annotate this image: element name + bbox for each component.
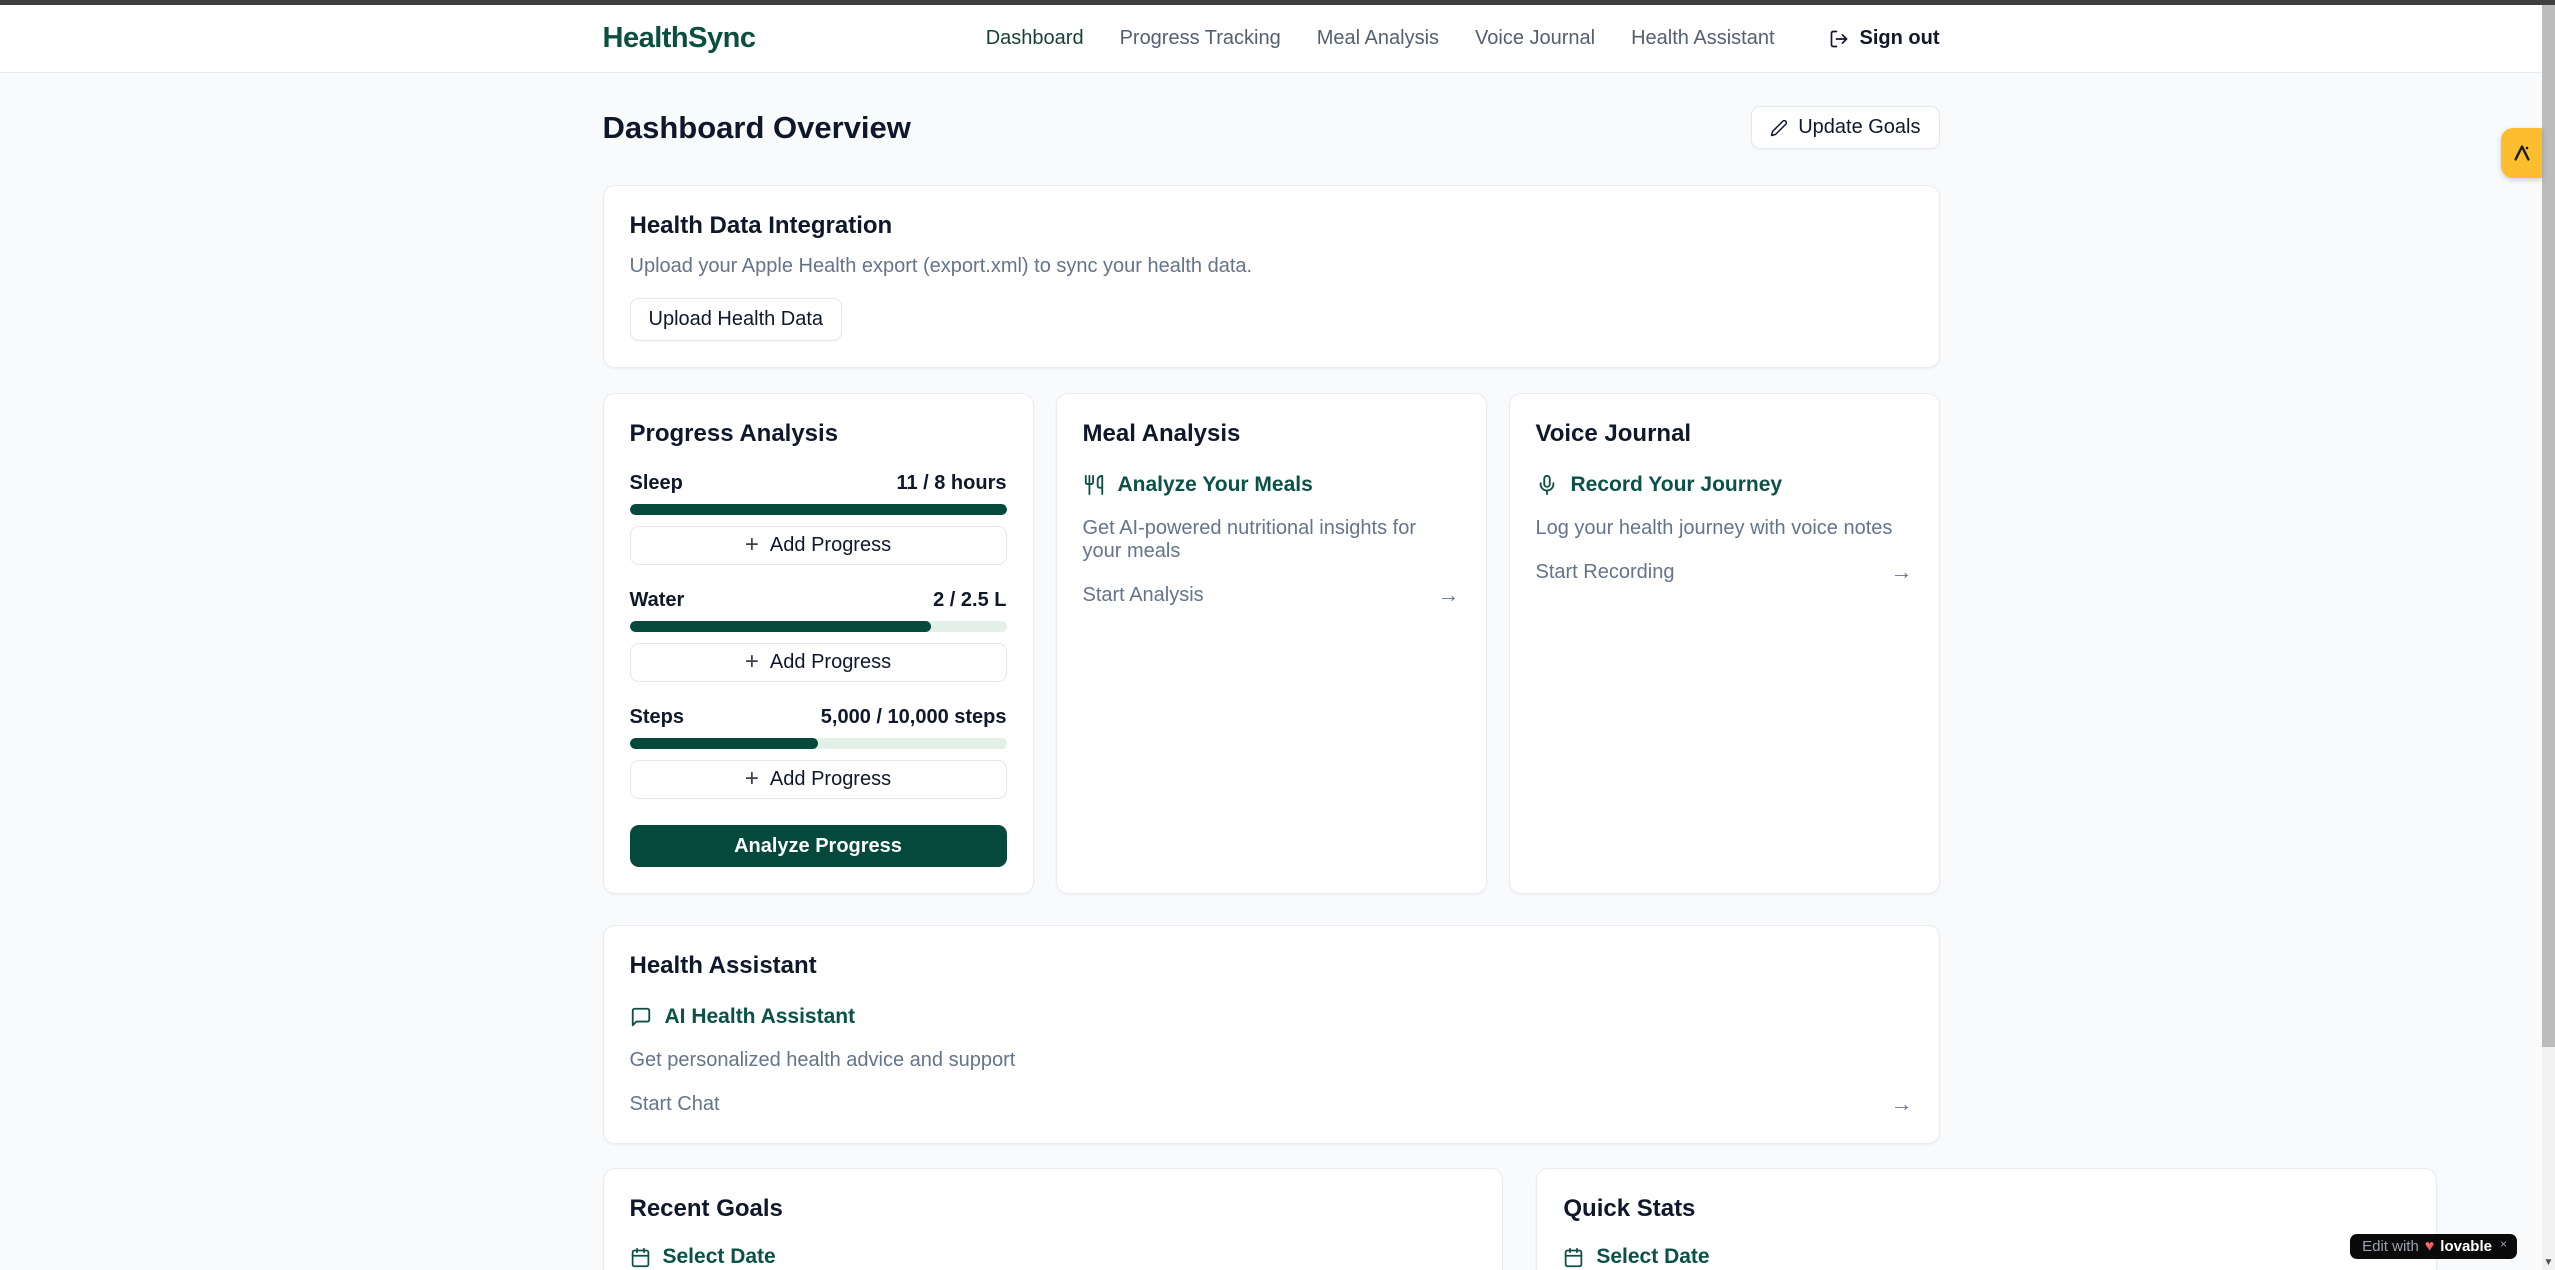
start-analysis-link[interactable]: Start Analysis →: [1083, 582, 1460, 608]
health-data-description: Upload your Apple Health export (export.…: [630, 255, 1913, 278]
pencil-icon: [1770, 119, 1788, 137]
health-assistant-title: Health Assistant: [630, 952, 1913, 980]
update-goals-button[interactable]: Update Goals: [1751, 106, 1939, 149]
voice-journal-title: Voice Journal: [1536, 420, 1913, 448]
steps-add-progress-button[interactable]: + Add Progress: [630, 760, 1007, 799]
lovable-brand-label: lovable: [2440, 1238, 2492, 1255]
steps-label: Steps: [630, 706, 684, 729]
ai-health-assistant-link[interactable]: AI Health Assistant: [630, 1005, 1913, 1029]
sleep-label: Sleep: [630, 472, 683, 495]
water-progress-bar: [630, 621, 1007, 632]
quick-stats-title: Quick Stats: [1563, 1195, 2410, 1223]
sign-out-icon: [1829, 29, 1849, 49]
heart-icon: ♥: [2425, 1239, 2435, 1255]
calendar-icon: [1563, 1247, 1584, 1268]
steps-metric: Steps 5,000 / 10,000 steps + Add Progres…: [630, 706, 1007, 799]
nav-voice-journal[interactable]: Voice Journal: [1475, 27, 1595, 50]
plus-icon: +: [745, 650, 759, 674]
recent-goals-title: Recent Goals: [630, 1195, 1477, 1223]
recent-goals-select-date[interactable]: Select Date: [630, 1245, 1477, 1269]
health-data-integration-card: Health Data Integration Upload your Appl…: [603, 185, 1940, 368]
recent-goals-card: Recent Goals Select Date Today Yesterday…: [603, 1168, 1504, 1270]
analyze-progress-button[interactable]: Analyze Progress: [630, 825, 1007, 867]
meal-analysis-description: Get AI-powered nutritional insights for …: [1083, 517, 1460, 563]
start-chat-link[interactable]: Start Chat →: [630, 1091, 1913, 1117]
sleep-progress-bar: [630, 504, 1007, 515]
app-viewport: HealthSync Dashboard Progress Tracking M…: [0, 5, 2542, 1270]
voice-journal-description: Log your health journey with voice notes: [1536, 517, 1913, 540]
nav-health-assistant[interactable]: Health Assistant: [1631, 27, 1774, 50]
steps-value: 5,000 / 10,000 steps: [821, 706, 1007, 729]
sleep-add-progress-button[interactable]: + Add Progress: [630, 526, 1007, 565]
health-assistant-card: Health Assistant AI Health Assistant Get…: [603, 925, 1940, 1144]
plus-icon: +: [745, 767, 759, 791]
edit-with-label: Edit with: [2362, 1238, 2419, 1255]
scrollbar-thumb[interactable]: [2542, 5, 2555, 1047]
quick-stats-card: Quick Stats Select Date Today Yesterday …: [1536, 1168, 2437, 1270]
voice-journal-card: Voice Journal Record Your Journey Log yo…: [1509, 393, 1940, 894]
nav-dashboard[interactable]: Dashboard: [986, 27, 1084, 50]
lovable-fab-button[interactable]: [2501, 128, 2542, 178]
water-value: 2 / 2.5 L: [933, 589, 1006, 612]
microphone-icon: [1536, 474, 1558, 496]
nav-progress-tracking[interactable]: Progress Tracking: [1120, 27, 1281, 50]
edit-with-lovable-badge[interactable]: Edit with ♥ lovable ×: [2350, 1234, 2517, 1259]
water-label: Water: [630, 589, 685, 612]
quick-stats-select-date[interactable]: Select Date: [1563, 1245, 2410, 1269]
arrow-right-icon: →: [1438, 582, 1460, 608]
app-header: HealthSync Dashboard Progress Tracking M…: [0, 5, 2542, 73]
progress-analysis-card: Progress Analysis Sleep 11 / 8 hours + A…: [603, 393, 1034, 894]
analyze-your-meals-link[interactable]: Analyze Your Meals: [1083, 473, 1460, 497]
start-recording-link[interactable]: Start Recording →: [1536, 559, 1913, 585]
main-content: Dashboard Overview Update Goals Health D…: [603, 106, 1940, 1270]
record-your-journey-link[interactable]: Record Your Journey: [1536, 473, 1913, 497]
steps-progress-bar: [630, 738, 1007, 749]
health-assistant-description: Get personalized health advice and suppo…: [630, 1049, 1913, 1072]
sleep-value: 11 / 8 hours: [896, 472, 1006, 495]
arrow-right-icon: →: [1891, 1091, 1913, 1117]
sleep-metric: Sleep 11 / 8 hours + Add Progress: [630, 472, 1007, 565]
scrollbar-down-arrow[interactable]: ▼: [2542, 1257, 2555, 1268]
meal-analysis-card: Meal Analysis Analyze Your Meals Get AI-…: [1056, 393, 1487, 894]
lovable-logo-icon: [2511, 142, 2533, 164]
chat-bubble-icon: [630, 1006, 652, 1028]
water-metric: Water 2 / 2.5 L + Add Progress: [630, 589, 1007, 682]
water-add-progress-button[interactable]: + Add Progress: [630, 643, 1007, 682]
sign-out-label: Sign out: [1860, 27, 1940, 50]
app-logo: HealthSync: [603, 22, 756, 55]
calendar-icon: [630, 1247, 651, 1268]
health-data-title: Health Data Integration: [630, 212, 1913, 240]
close-icon[interactable]: ×: [2500, 1237, 2507, 1251]
upload-health-data-button[interactable]: Upload Health Data: [630, 298, 843, 341]
plus-icon: +: [745, 533, 759, 557]
main-nav: Dashboard Progress Tracking Meal Analysi…: [986, 27, 1940, 50]
sign-out-button[interactable]: Sign out: [1829, 27, 1940, 50]
meal-analysis-title: Meal Analysis: [1083, 420, 1460, 448]
utensils-icon: [1083, 474, 1105, 496]
progress-analysis-title: Progress Analysis: [630, 420, 1007, 448]
arrow-right-icon: →: [1891, 559, 1913, 585]
window-top-edge: [0, 0, 2555, 5]
nav-meal-analysis[interactable]: Meal Analysis: [1317, 27, 1439, 50]
page-title: Dashboard Overview: [603, 110, 911, 146]
vertical-scrollbar[interactable]: ▼: [2542, 0, 2555, 1270]
